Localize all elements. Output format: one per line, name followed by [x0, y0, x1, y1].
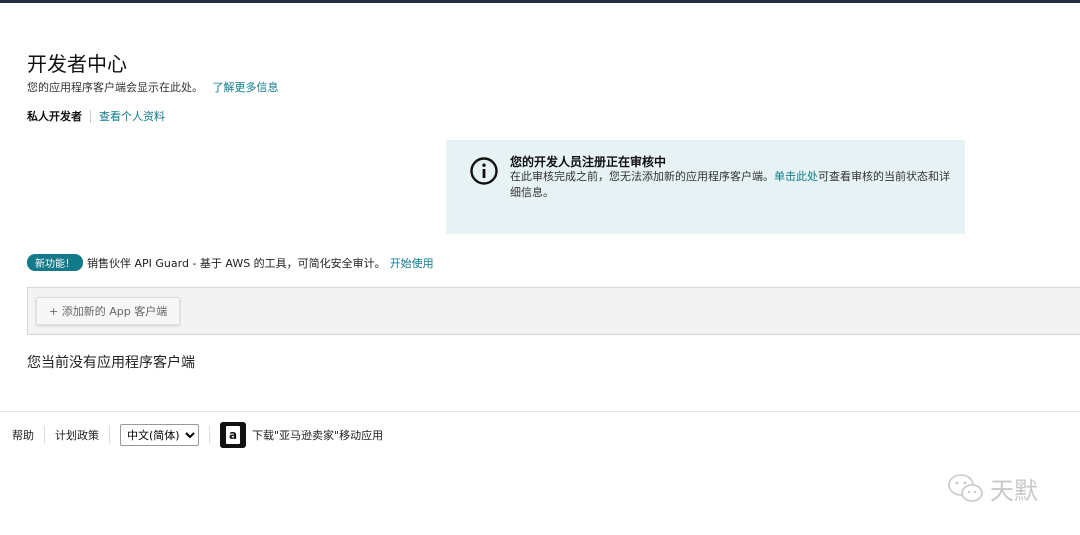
top-bar [0, 0, 1080, 3]
review-status-alert: 您的开发人员注册正在审核中 在此审核完成之前，您无法添加新的应用程序客户端。单击… [446, 140, 965, 234]
divider [209, 426, 210, 444]
developer-type-label: 私人开发者 [27, 110, 82, 123]
alert-body: 在此审核完成之前，您无法添加新的应用程序客户端。单击此处可查看审核的当前状态和详… [510, 169, 955, 201]
alert-title: 您的开发人员注册正在审核中 [510, 155, 667, 169]
add-app-client-button[interactable]: + 添加新的 App 客户端 [36, 297, 181, 325]
footer-divider [0, 411, 1080, 412]
developer-row: 私人开发者 查看个人资料 [27, 108, 165, 124]
divider [90, 109, 91, 123]
new-feature-badge: 新功能！ [27, 254, 83, 271]
learn-more-link[interactable]: 了解更多信息 [213, 81, 279, 94]
promo-banner: 新功能！ 销售伙伴 API Guard - 基于 AWS 的工具，可简化安全审计… [27, 254, 434, 271]
watermark: 天默 [946, 471, 1038, 506]
wechat-icon [948, 473, 983, 502]
divider [44, 426, 45, 444]
empty-clients-message: 您当前没有应用程序客户端 [27, 355, 195, 371]
amazon-a-glyph-icon: a [226, 426, 240, 444]
get-started-link[interactable]: 开始使用 [390, 255, 434, 271]
program-policy-link[interactable]: 计划政策 [55, 427, 99, 443]
divider [109, 426, 110, 444]
watermark-text: 天默 [990, 477, 1038, 505]
promo-text: 销售伙伴 API Guard - 基于 AWS 的工具，可简化安全审计。 [87, 256, 386, 270]
amazon-a-icon[interactable]: a [220, 422, 246, 448]
alert-body-text: 在此审核完成之前，您无法添加新的应用程序客户端。 [510, 170, 774, 183]
page-subtitle: 您的应用程序客户端会显示在此处。 了解更多信息 [27, 79, 279, 95]
svg-text:a: a [229, 428, 237, 442]
language-select[interactable]: 中文(简体) [120, 424, 199, 446]
view-profile-link[interactable]: 查看个人资料 [99, 108, 165, 124]
page-title: 开发者中心 [27, 52, 127, 76]
footer: 帮助 计划政策 中文(简体) a 下载"亚马逊卖家"移动应用 [12, 422, 383, 448]
download-app-link[interactable]: 下载"亚马逊卖家"移动应用 [252, 427, 383, 443]
info-circle-icon [470, 157, 498, 185]
subtitle-text: 您的应用程序客户端会显示在此处。 [27, 81, 203, 94]
click-here-link[interactable]: 单击此处 [774, 170, 818, 183]
help-link[interactable]: 帮助 [12, 427, 34, 443]
clients-panel: + 添加新的 App 客户端 [27, 287, 1080, 335]
